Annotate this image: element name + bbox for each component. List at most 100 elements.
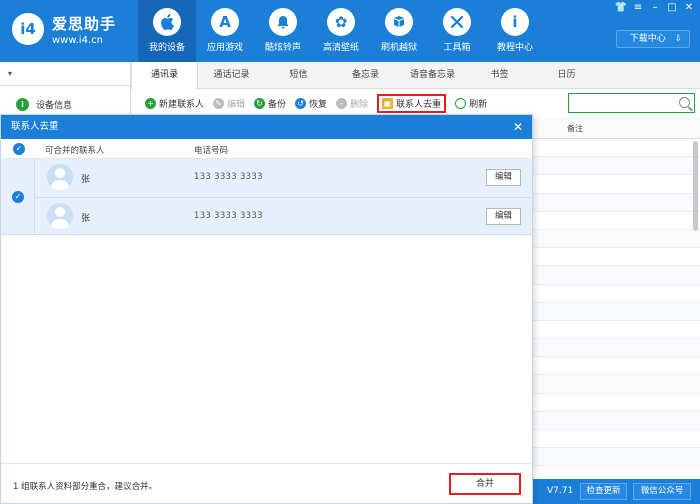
edit-contact-button[interactable]: 编辑 [486, 169, 521, 186]
contacts-icon: ▣ [382, 97, 394, 109]
version-label: V7.71 [547, 486, 574, 496]
dedupe-contacts-button[interactable]: ▣ 联系人去重 [377, 93, 447, 113]
avatar [47, 203, 73, 229]
menu-icon[interactable]: ≡ [631, 2, 645, 13]
download-icon: ⇩ [674, 34, 683, 44]
edit-contact-button[interactable]: 编辑 [486, 208, 521, 225]
flower-icon: ✿ [327, 8, 355, 36]
nav-label: 教程中心 [496, 43, 533, 53]
merge-button[interactable]: 合并 [449, 473, 521, 495]
minimize-icon[interactable]: – [648, 2, 662, 13]
brand-name: 爱思助手 [52, 15, 117, 33]
delete-icon: – [336, 97, 348, 109]
nav-label: 应用游戏 [206, 43, 243, 53]
wechat-button[interactable]: 微信公众号 [633, 483, 691, 500]
app-logo: i4 [12, 13, 44, 45]
box-icon [385, 8, 413, 36]
apple-icon [153, 8, 181, 36]
nav-label: 高清壁纸 [322, 43, 359, 53]
tab-notes[interactable]: 备忘录 [332, 62, 399, 88]
close-icon[interactable]: ✕ [513, 115, 523, 139]
shirt-icon[interactable]: 👕 [614, 2, 628, 13]
nav-wallpapers[interactable]: ✿ 高清壁纸 [312, 0, 370, 62]
contact-phone: 133 3333 3333 [194, 211, 263, 221]
maximize-icon[interactable]: □ [665, 2, 679, 13]
nav-tutorials[interactable]: i 教程中心 [486, 0, 544, 62]
phone-column-header: 电话号码 [194, 146, 229, 156]
tab-contacts[interactable]: 通讯录 [131, 62, 198, 90]
edit-button[interactable]: ✎ 编辑 [213, 97, 245, 110]
merge-suggestion: 1 组联系人资料部分重合，建议合并。 [13, 482, 158, 492]
info-icon: i [16, 98, 29, 111]
nav-ringtones[interactable]: 酷炫铃声 [254, 0, 312, 62]
contact-phone: 133 3333 3333 [194, 172, 263, 182]
nav-toolbox[interactable]: 工具箱 [428, 0, 486, 62]
avatar [47, 164, 73, 190]
tools-icon [443, 8, 471, 36]
main-nav: 我的设备 A 应用游戏 酷炫铃声 ✿ 高清壁纸 刷机越狱 工具箱 i 教程中心 [138, 0, 544, 62]
tab-bookmarks[interactable]: 书签 [466, 62, 533, 88]
search-input[interactable] [568, 93, 695, 113]
download-center-label: 下载中心 [629, 34, 666, 44]
device-selector[interactable]: ▾ [0, 62, 130, 86]
delete-label: 删除 [350, 99, 369, 110]
sidebar-item-label: 设备信息 [36, 101, 73, 111]
delete-button[interactable]: – 删除 [336, 97, 368, 110]
contacts-column-header: 可合并的联系人 [45, 146, 105, 156]
dialog-table-header: ✓ 可合并的联系人 电话号码 [1, 139, 532, 159]
info-icon: i [501, 8, 529, 36]
dialog-footer: 1 组联系人资料部分重合，建议合并。 合并 [1, 463, 532, 503]
tab-messages[interactable]: 短信 [265, 62, 332, 88]
brand-url: www.i4.cn [52, 35, 103, 46]
group-checkbox[interactable]: ✓ [12, 191, 24, 203]
appstore-icon: A [211, 8, 239, 36]
dedupe-dialog: 联系人去重 ✕ ✓ 可合并的联系人 电话号码 ✓ 张 133 3333 3333… [0, 114, 533, 504]
new-contact-button[interactable]: + 新建联系人 [145, 97, 204, 110]
contact-name: 张 [81, 175, 91, 185]
dialog-title: 联系人去重 [11, 121, 59, 132]
download-center-button[interactable]: 下载中心 ⇩ [616, 30, 690, 48]
refresh-label: 刷新 [469, 99, 488, 110]
top-bar: i4 爱思助手 www.i4.cn 我的设备 A 应用游戏 酷炫铃声 ✿ 高清壁… [0, 0, 700, 62]
search-icon [679, 97, 690, 108]
select-all-checkbox[interactable]: ✓ [13, 143, 25, 155]
new-contact-label: 新建联系人 [159, 99, 205, 110]
backup-icon: ↻ [254, 97, 266, 109]
restore-button[interactable]: ↺ 恢复 [295, 97, 327, 110]
bell-icon [269, 8, 297, 36]
edit-label: 编辑 [227, 99, 246, 110]
toolbar: + 新建联系人 ✎ 编辑 ↻ 备份 ↺ 恢复 – 删除 ▣ 联系人去重 刷新 [131, 89, 700, 117]
restore-icon: ↺ [295, 97, 307, 109]
nav-my-device[interactable]: 我的设备 [138, 0, 196, 62]
backup-button[interactable]: ↻ 备份 [254, 97, 286, 110]
tab-calendar[interactable]: 日历 [533, 62, 600, 88]
tab-call-log[interactable]: 通话记录 [198, 62, 265, 88]
window-controls: 👕 ≡ – □ ✕ [614, 2, 696, 13]
contact-row[interactable]: 张 133 3333 3333 编辑 [35, 197, 533, 235]
duplicate-group: ✓ 张 133 3333 3333 编辑 张 133 3333 3333 编辑 [1, 159, 533, 235]
close-icon[interactable]: ✕ [682, 2, 696, 13]
refresh-icon [455, 97, 467, 109]
group-checkbox-cell: ✓ [1, 159, 35, 235]
contact-row[interactable]: 张 133 3333 3333 编辑 [35, 159, 533, 197]
dedupe-label: 联系人去重 [396, 99, 442, 110]
plus-icon: + [145, 97, 156, 109]
nav-label: 酷炫铃声 [264, 43, 301, 53]
sidebar-item-device-info[interactable]: i 设备信息 [0, 86, 130, 111]
backup-label: 备份 [268, 99, 287, 110]
note-column-header: 备注 [567, 124, 583, 133]
nav-label: 我的设备 [148, 43, 185, 53]
nav-label: 工具箱 [443, 43, 471, 53]
dialog-title-bar: 联系人去重 ✕ [1, 115, 532, 139]
nav-label: 刷机越狱 [380, 43, 417, 53]
refresh-button[interactable]: 刷新 [455, 97, 487, 110]
contact-name: 张 [81, 214, 91, 224]
nav-flash-jailbreak[interactable]: 刷机越狱 [370, 0, 428, 62]
brand: 爱思助手 www.i4.cn [52, 13, 116, 46]
edit-icon: ✎ [213, 97, 225, 109]
scrollbar[interactable] [693, 141, 698, 231]
check-update-button[interactable]: 检查更新 [580, 483, 627, 500]
tab-bar: 通讯录 通话记录 短信 备忘录 语音备忘录 书签 日历 [131, 62, 700, 90]
nav-apps-games[interactable]: A 应用游戏 [196, 0, 254, 62]
tab-voice-memos[interactable]: 语音备忘录 [399, 62, 466, 88]
